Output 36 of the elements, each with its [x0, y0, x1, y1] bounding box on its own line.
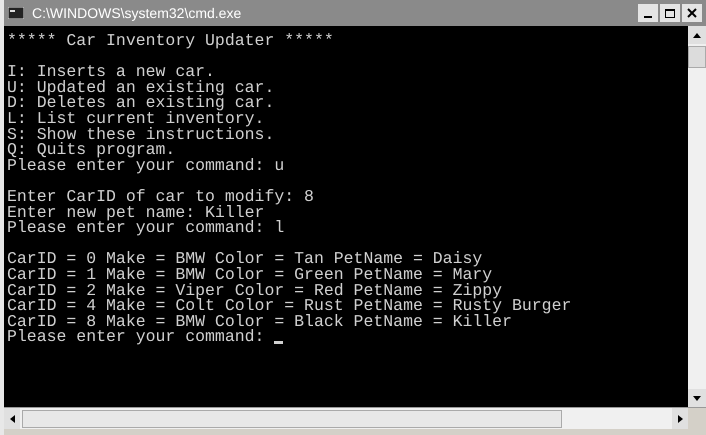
console-line: Enter CarID of car to modify: 8 [7, 188, 314, 205]
close-button[interactable] [682, 4, 702, 22]
console-line: L: List current inventory. [7, 110, 264, 127]
resize-grip[interactable] [688, 408, 706, 429]
console-line: CarID = 2 Make = Viper Color = Red PetName = Zippy [7, 282, 502, 298]
console-app-icon [8, 7, 24, 19]
scroll-thumb[interactable] [688, 46, 706, 68]
left-arrow-icon [10, 414, 14, 422]
console-line: Q: Quits program. [7, 142, 176, 158]
right-arrow-icon [678, 414, 682, 422]
horizontal-scrollbar[interactable] [4, 408, 688, 429]
console-line: Please enter your command: [7, 329, 266, 345]
console-line: S: Show these instructions. [7, 126, 274, 142]
console-line: Enter new pet name: Killer [7, 204, 264, 220]
scroll-right-button[interactable] [672, 408, 688, 429]
down-arrow-icon [693, 396, 701, 400]
vertical-scrollbar[interactable] [688, 26, 706, 407]
window-title: C:\WINDOWS\system32\cmd.exe [32, 4, 242, 23]
scroll-left-button[interactable] [4, 408, 20, 429]
console-line: Please enter your command: l [7, 220, 284, 236]
console-line: CarID = 1 Make = BMW Color = Green PetName = Mary [7, 266, 492, 282]
scroll-thumb[interactable] [22, 410, 562, 428]
console-line: I: Inserts a new car. [7, 64, 215, 80]
close-icon [687, 8, 697, 18]
scroll-up-button[interactable] [688, 26, 706, 44]
up-arrow-icon [693, 32, 701, 38]
console-line: CarID = 0 Make = BMW Color = Tan PetName = Daisy [7, 251, 482, 267]
console-line: D: Deletes an existing car. [7, 95, 274, 111]
console-line: CarID = 4 Make = Colt Color = Rust PetName = Rusty Burger [7, 298, 572, 314]
maximize-button[interactable] [660, 4, 680, 22]
console-line: U: Updated an existing car. [7, 80, 274, 96]
minimize-button[interactable] [638, 4, 658, 22]
console-line: CarID = 8 Make = BMW Color = Black PetName = Killer [7, 314, 512, 330]
console-line: ***** Car Inventory Updater ***** [7, 33, 334, 49]
console-line: Please enter your command: u [7, 158, 284, 174]
scroll-down-button[interactable] [688, 389, 706, 407]
